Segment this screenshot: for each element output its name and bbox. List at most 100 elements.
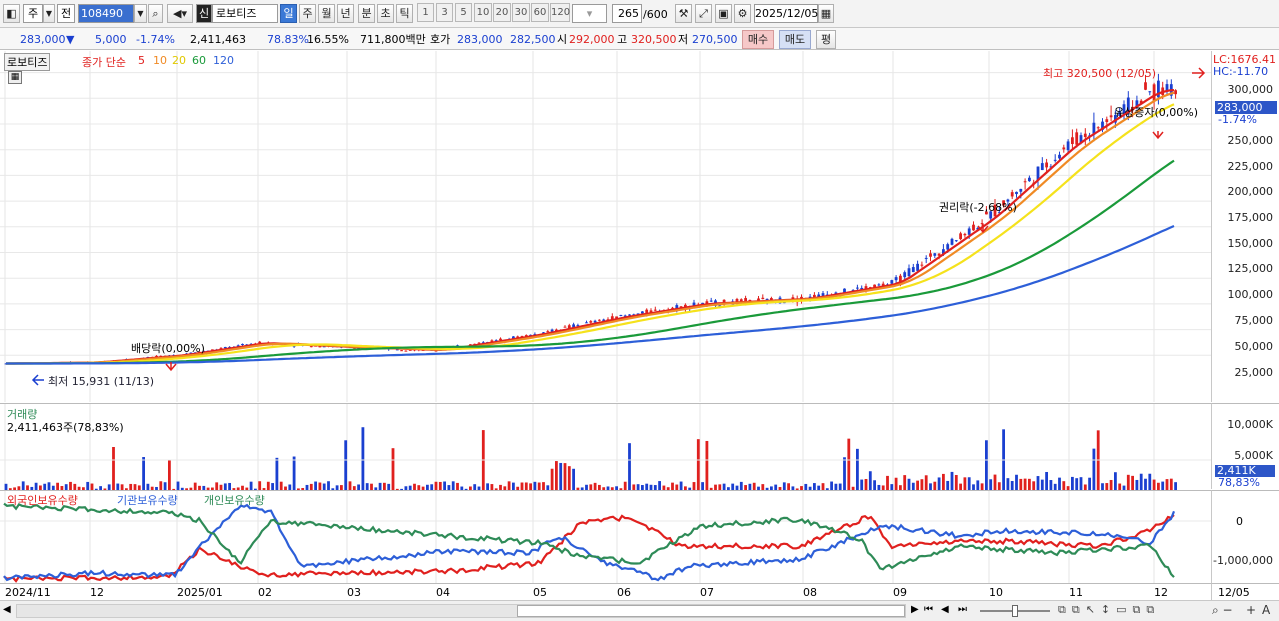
step-60[interactable]: 60 <box>531 3 549 22</box>
volume-bar <box>279 481 283 490</box>
window-icon[interactable]: ◧ <box>3 4 20 23</box>
prev-select[interactable]: 전 <box>57 4 75 23</box>
candle-body <box>924 257 928 259</box>
tab-tick[interactable]: 틱 <box>396 4 413 23</box>
tab-day[interactable]: 일 <box>280 4 297 23</box>
gear-icon[interactable]: ⚙ <box>734 4 751 23</box>
tick-minus-million: -1,000,000 <box>1213 554 1273 567</box>
volume-bar <box>1071 476 1074 490</box>
zoom-handle[interactable] <box>1012 605 1018 617</box>
calculator-icon[interactable]: ▦ <box>8 71 22 84</box>
code-input[interactable]: 108490 <box>78 4 134 23</box>
volume-bar <box>1148 473 1152 490</box>
candle-body <box>1144 82 1147 90</box>
holding-pane[interactable]: 외국인보유수량 기관보유수량 개인보유수량 <box>0 490 1211 584</box>
volume-bar <box>929 483 932 490</box>
x-label: 12 <box>1154 586 1168 599</box>
step-1[interactable]: 1 <box>417 3 434 22</box>
candle-body <box>400 350 403 352</box>
volume-bar <box>529 483 532 490</box>
candle-body <box>653 309 657 311</box>
volume-bar <box>696 439 700 490</box>
count-max: /600 <box>643 8 668 21</box>
candle-body <box>1066 141 1070 151</box>
candle-body <box>933 253 937 256</box>
toolbar: ◧ 주 ▼ 전 108490 ▼ ⌕ ◀▾ 신 로보티즈 일 주 월 년 분 초… <box>0 0 1279 28</box>
volume-bar <box>520 482 524 490</box>
count-input[interactable]: 265 <box>612 4 642 23</box>
search-icon[interactable]: ⌕ <box>148 4 163 23</box>
x-last-date: 12/05 <box>1218 586 1250 599</box>
step-10[interactable]: 10 <box>474 3 492 22</box>
x-axis: 2024/11 12 2025/01 02 03 04 05 06 07 08 … <box>0 583 1211 600</box>
low-label: 저 <box>678 33 689 46</box>
tab-year[interactable]: 년 <box>337 4 354 23</box>
candle-body <box>972 224 975 231</box>
volume-bar <box>933 481 937 490</box>
down-arrow-icon: ▼ <box>66 33 75 46</box>
step-3[interactable]: 3 <box>436 3 453 22</box>
code-dropdown-icon[interactable]: ▼ <box>134 4 147 23</box>
tools-icon[interactable]: ⚒ <box>675 4 692 23</box>
draw-icon[interactable]: ⤢ <box>695 4 712 23</box>
individual-legend: 개인보유수량 <box>204 494 265 507</box>
volume-pane[interactable]: 거래량 2,411,463주(78,83%) <box>0 403 1211 490</box>
stock-name[interactable]: 로보티즈 <box>212 4 278 23</box>
candle-body <box>1109 115 1113 118</box>
candle-body <box>890 280 894 284</box>
first-icon[interactable]: ⏮ <box>924 604 933 615</box>
tick-75000: 75,000 <box>1234 314 1274 327</box>
volume-bar <box>1101 483 1104 490</box>
type-select[interactable]: 주 <box>23 4 43 23</box>
volume-bar <box>980 483 984 490</box>
candle-body <box>1152 84 1156 102</box>
volume-bar <box>924 475 928 490</box>
turnover: 16.55% <box>307 33 349 46</box>
scrollbar-thumb[interactable] <box>517 605 905 617</box>
font-size-icon[interactable]: A <box>1262 603 1270 617</box>
zoom-out-icon[interactable]: ⌕ − <box>1212 603 1233 618</box>
calendar-icon[interactable]: ▦ <box>818 4 834 23</box>
candle-body <box>1174 90 1177 95</box>
candle-body <box>911 267 915 273</box>
speaker-icon[interactable]: ◀▾ <box>167 4 193 23</box>
x-label: 06 <box>617 586 631 599</box>
tab-month[interactable]: 월 <box>318 4 335 23</box>
step-5[interactable]: 5 <box>455 3 472 22</box>
date-input[interactable]: 2025/12/05 <box>754 4 818 23</box>
low-value: 270,500 <box>692 33 738 46</box>
sell-button[interactable]: 매도 <box>779 30 811 49</box>
avg-button[interactable]: 평 <box>816 30 836 49</box>
tick-10000k: 10,000K <box>1227 418 1273 431</box>
candle-body <box>761 297 765 300</box>
volume-bar <box>1105 483 1109 490</box>
type-dropdown-icon[interactable]: ▼ <box>43 4 55 23</box>
volume-bar <box>950 471 954 490</box>
step-30[interactable]: 30 <box>512 3 530 22</box>
volume-bar <box>1131 475 1134 490</box>
step-20[interactable]: 20 <box>493 3 511 22</box>
scroll-right-icon[interactable]: ▶ <box>911 604 919 615</box>
buy-button[interactable]: 매수 <box>742 30 774 49</box>
tab-second[interactable]: 초 <box>377 4 394 23</box>
tab-minute[interactable]: 분 <box>358 4 375 23</box>
candle-body <box>1075 132 1079 145</box>
volume-bar <box>542 482 545 490</box>
volume-axis: 10,000K 5,000K 2,411K 78,83% <box>1211 403 1279 489</box>
volume-bar <box>1079 477 1083 490</box>
tab-week[interactable]: 주 <box>299 4 316 23</box>
volume-bar <box>56 482 59 490</box>
step-custom[interactable]: ▾ <box>572 4 607 23</box>
prev-icon[interactable]: ◀ <box>941 604 949 615</box>
chart-tools-icon[interactable]: ⧉⧉↖↕▭⧉⧉ <box>1058 603 1160 617</box>
candle-body <box>967 228 971 235</box>
scrollbar-track[interactable] <box>16 604 906 618</box>
price-pane[interactable]: 로보티즈 종가 단순 5 10 20 60 120 ▦ 최고 320,500 (… <box>0 51 1211 402</box>
volume-chart <box>0 404 1211 490</box>
scroll-left-icon[interactable]: ◀ <box>3 604 11 615</box>
save-icon[interactable]: ▣ <box>715 4 732 23</box>
last-icon[interactable]: ⏭ <box>958 604 967 615</box>
step-120[interactable]: 120 <box>550 3 570 22</box>
offering-annotation: 유상증자(0,00%) <box>1114 106 1199 119</box>
zoom-in-icon[interactable]: + <box>1246 603 1256 617</box>
